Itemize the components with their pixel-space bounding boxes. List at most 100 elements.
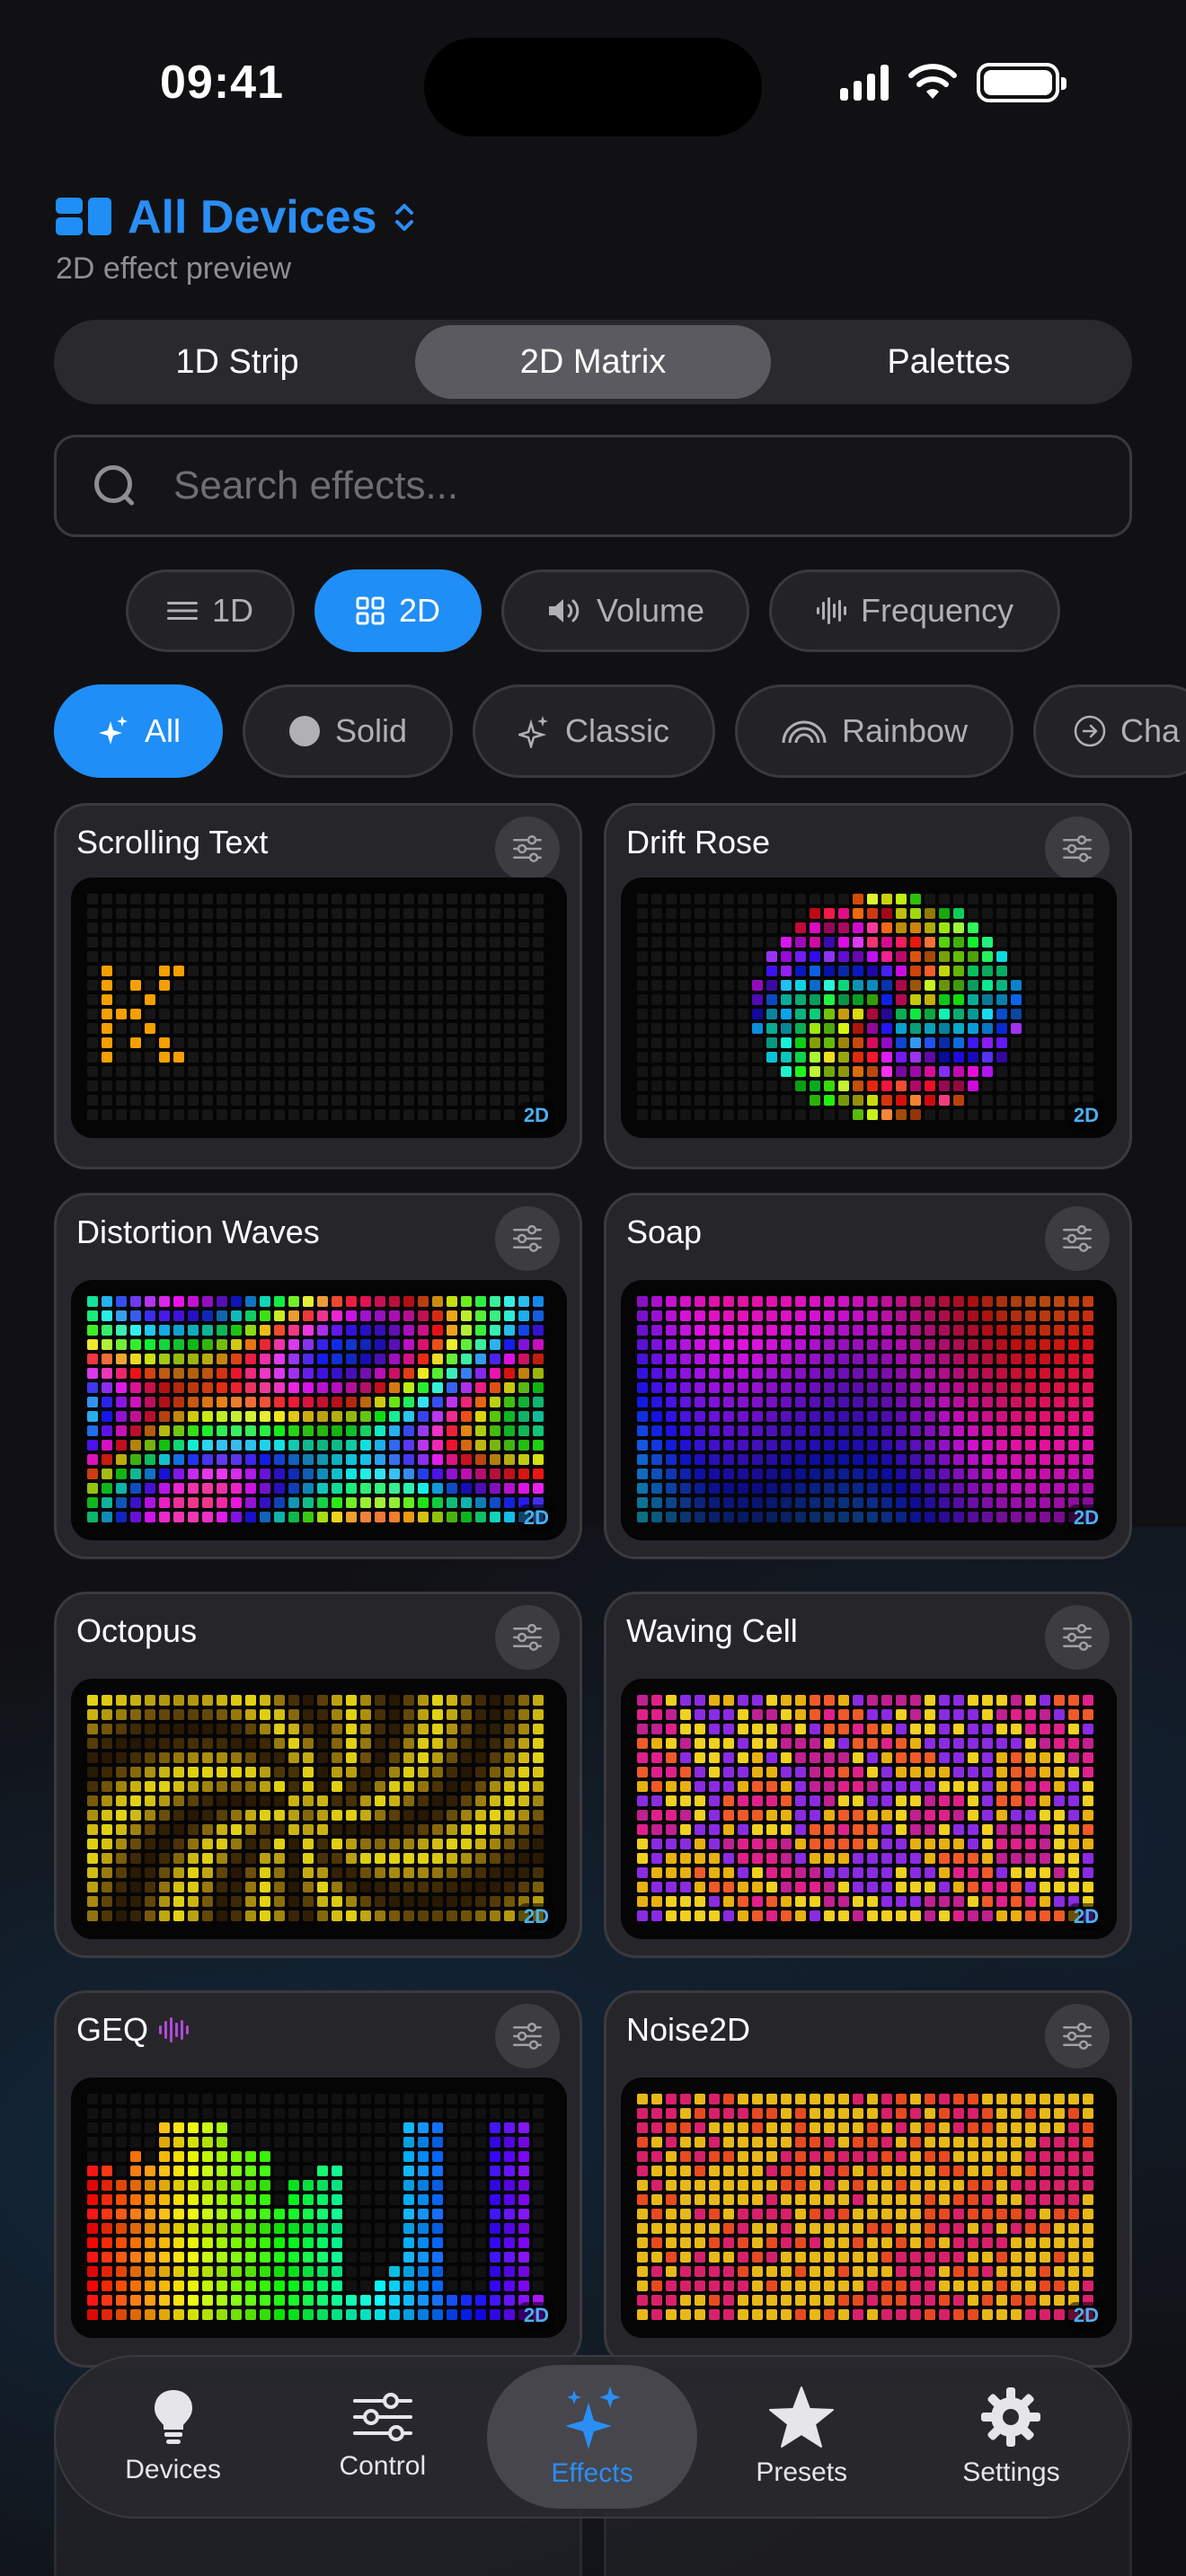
tab-bar: Devices Control Effects Presets Settings — [54, 2355, 1130, 2519]
effect-preview: 2D — [71, 878, 567, 1138]
dynamic-island — [424, 38, 762, 137]
effect-title: Drift Rose — [626, 824, 770, 861]
tab-effects[interactable]: Effects — [487, 2365, 697, 2509]
effect-card-geq[interactable]: GEQ 2D — [54, 1990, 582, 2368]
effect-preview: 2D — [71, 1679, 567, 1939]
grid-icon — [356, 596, 385, 625]
filter-1d[interactable]: 1D — [126, 569, 295, 652]
star-icon — [769, 2386, 835, 2448]
filter-2d-label: 2D — [398, 592, 441, 629]
effect-name: Distortion Waves — [76, 1213, 320, 1250]
effect-settings-button[interactable] — [1045, 2004, 1110, 2069]
sliders-icon — [352, 2393, 412, 2441]
speaker-icon — [548, 599, 580, 622]
category-solid[interactable]: Solid — [243, 684, 453, 778]
effect-name: Soap — [626, 1213, 703, 1250]
sparkles-icon — [98, 716, 128, 745]
effect-card-noise2d[interactable]: Noise2D 2D — [604, 1990, 1132, 2368]
battery-icon — [977, 63, 1067, 102]
effect-preview-matrix — [87, 894, 544, 1120]
effect-card-soap[interactable]: Soap 2D — [604, 1193, 1132, 1559]
devices-icon — [56, 198, 111, 237]
category-all[interactable]: All — [54, 684, 223, 778]
filter-2d[interactable]: 2D — [314, 569, 482, 652]
category-solid-label: Solid — [334, 712, 408, 749]
category-rainbow[interactable]: Rainbow — [735, 684, 1013, 778]
circle-icon — [288, 716, 320, 746]
segment-1d-strip[interactable]: 1D Strip — [59, 325, 415, 399]
effect-settings-button[interactable] — [495, 2004, 560, 2069]
gear-icon — [981, 2387, 1041, 2447]
filter-frequency-label: Frequency — [860, 592, 1014, 629]
category-classic-label: Classic — [564, 712, 669, 749]
effect-preview-matrix — [637, 894, 1093, 1120]
effect-settings-button[interactable] — [1045, 1206, 1110, 1271]
effect-card-octopus[interactable]: Octopus 2D — [54, 1592, 582, 1958]
dimension-badge: 2D — [518, 1504, 554, 1531]
effect-preview: 2D — [621, 878, 1117, 1138]
device-selector[interactable]: All Devices — [56, 190, 415, 244]
cellular-signal-icon — [840, 65, 889, 101]
effect-settings-button[interactable] — [1045, 1605, 1110, 1670]
sliders-icon — [513, 835, 542, 862]
chevron-updown-icon — [394, 204, 413, 231]
effect-settings-button[interactable] — [495, 1605, 560, 1670]
effect-card-waving-cell[interactable]: Waving Cell 2D — [604, 1592, 1132, 1958]
effect-settings-button[interactable] — [495, 816, 560, 881]
tab-presets-label: Presets — [756, 2457, 848, 2487]
dimension-badge: 2D — [1067, 2302, 1104, 2329]
effect-preview: 2D — [621, 1280, 1117, 1540]
filter-1d-label: 1D — [211, 592, 254, 629]
search-input[interactable] — [173, 463, 982, 508]
dimension-badge: 2D — [1067, 1102, 1104, 1129]
search-icon — [93, 463, 137, 508]
effect-preview-matrix — [637, 1695, 1093, 1921]
effect-preview: 2D — [621, 1679, 1117, 1939]
effect-preview-matrix — [87, 1695, 544, 1921]
effect-name: Octopus — [76, 1612, 198, 1649]
category-chaos[interactable]: Cha — [1033, 684, 1186, 778]
search-bar[interactable] — [54, 435, 1132, 537]
effect-preview-matrix — [637, 2094, 1093, 2320]
effect-title: Soap — [626, 1213, 702, 1251]
filter-frequency[interactable]: Frequency — [769, 569, 1060, 652]
sliders-icon — [513, 1624, 542, 1651]
status-bar: 09:41 — [0, 0, 1186, 171]
lines-icon — [166, 602, 198, 620]
effect-preview-matrix — [87, 2094, 544, 2320]
sliders-icon — [513, 2023, 542, 2050]
tab-devices[interactable]: Devices — [68, 2365, 278, 2509]
tab-presets[interactable]: Presets — [697, 2365, 907, 2509]
page-subtitle: 2D effect preview — [56, 251, 292, 286]
segment-2d-matrix[interactable]: 2D Matrix — [415, 325, 771, 399]
header: All Devices 2D effect preview — [56, 190, 415, 287]
arrow-circle-icon — [1074, 715, 1106, 747]
effect-title: Scrolling Text — [76, 824, 268, 861]
lightbulb-icon — [154, 2390, 192, 2444]
sliders-icon — [1063, 1225, 1092, 1252]
effect-card-scrolling-text[interactable]: Scrolling Text 2D — [54, 803, 582, 1169]
category-chaos-label: Cha — [1120, 712, 1181, 749]
tab-devices-label: Devices — [125, 2455, 221, 2484]
effect-name: GEQ — [76, 2011, 149, 2048]
dimension-badge: 2D — [518, 1102, 554, 1129]
segment-palettes[interactable]: Palettes — [771, 325, 1127, 399]
effect-settings-button[interactable] — [495, 1206, 560, 1271]
category-classic[interactable]: Classic — [473, 684, 715, 778]
effect-preview-matrix — [87, 1296, 544, 1522]
effect-name: Noise2D — [626, 2011, 751, 2048]
filter-volume[interactable]: Volume — [501, 569, 749, 652]
status-time: 09:41 — [160, 57, 284, 109]
sparkle-icon — [518, 716, 548, 748]
effect-settings-button[interactable] — [1045, 816, 1110, 881]
tab-control-label: Control — [339, 2451, 427, 2481]
tab-settings[interactable]: Settings — [907, 2365, 1116, 2509]
effect-title: Noise2D — [626, 2011, 750, 2049]
effect-name: Waving Cell — [626, 1612, 798, 1649]
dimension-badge: 2D — [1067, 1903, 1104, 1930]
tab-control[interactable]: Control — [278, 2365, 487, 2509]
effect-preview-matrix — [637, 1296, 1093, 1522]
sparkles-icon — [565, 2386, 621, 2449]
effect-card-drift-rose[interactable]: Drift Rose 2D — [604, 803, 1132, 1169]
effect-card-distortion-waves[interactable]: Distortion Waves 2D — [54, 1193, 582, 1559]
